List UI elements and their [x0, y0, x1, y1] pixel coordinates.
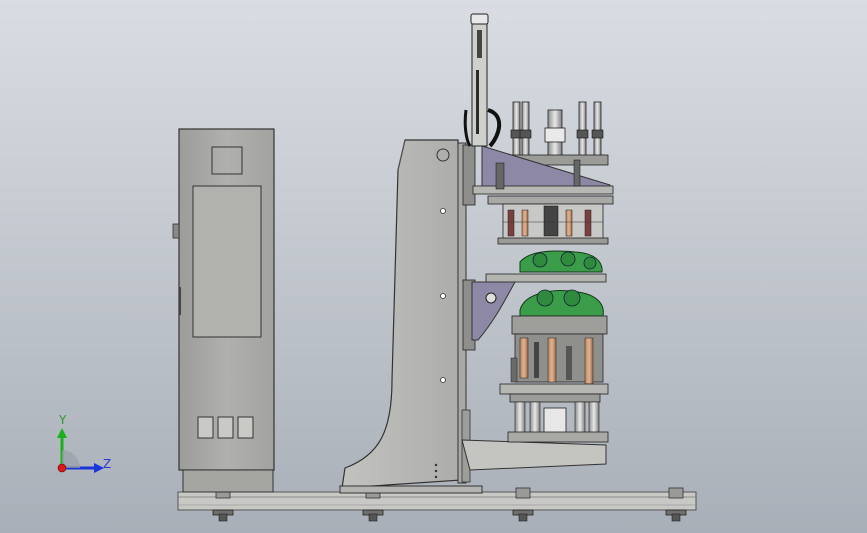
base-rail[interactable] [177, 491, 697, 511]
pneumatic-cylinder [591, 101, 604, 158]
pneumatic-cylinder [510, 101, 523, 158]
pneumatic-cylinder [519, 101, 532, 158]
machine-assembly-drawing[interactable] [0, 0, 867, 533]
top-cylinder-assembly[interactable] [472, 101, 614, 195]
cad-viewport[interactable]: Y Z [0, 0, 867, 533]
linear-actuator[interactable] [463, 13, 502, 148]
control-cabinet[interactable] [172, 128, 275, 493]
y-axis-label: Y [59, 413, 67, 427]
pneumatic-cylinder [576, 101, 589, 158]
lower-fixture[interactable] [499, 289, 609, 443]
z-axis-label: Z [103, 457, 112, 471]
origin-point [57, 463, 67, 473]
center-cylinder [544, 109, 566, 158]
upper-fixture[interactable] [487, 195, 614, 245]
axis-triad [57, 428, 104, 473]
